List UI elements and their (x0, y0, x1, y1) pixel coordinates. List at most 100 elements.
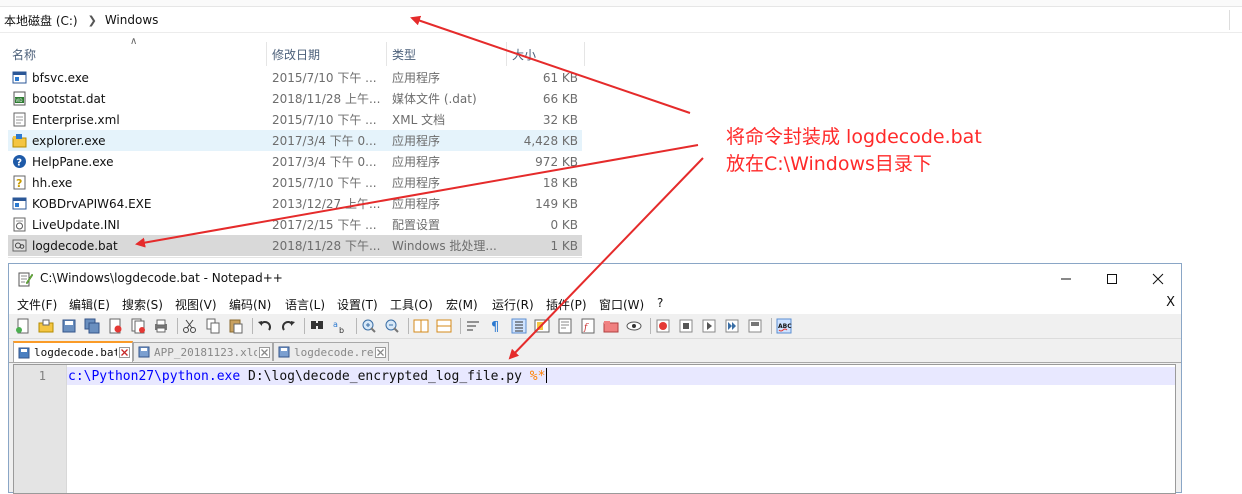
breadcrumb-folder[interactable]: Windows (105, 13, 159, 27)
new-file-icon[interactable] (15, 318, 31, 334)
menu-run[interactable]: 运行(R) (492, 296, 534, 313)
file-row[interactable]: Enterprise.xml 2015/7/10 下午 ... XML 文档 32 K… (8, 109, 582, 130)
column-divider[interactable] (266, 42, 267, 66)
code-line[interactable]: c:\Python27\python.exe D:\log\decode_enc… (68, 368, 548, 384)
save-macro-icon[interactable] (747, 318, 763, 334)
tab-2[interactable]: APP_20181123.xlog (133, 342, 273, 361)
file-type: XML 文档 (392, 113, 446, 127)
spellcheck-icon[interactable]: ABC (776, 318, 792, 334)
menu-encoding[interactable]: 编码(N) (229, 296, 271, 313)
doc-map-icon[interactable] (557, 318, 573, 334)
record-macro-icon[interactable] (655, 318, 671, 334)
replace-icon[interactable]: ab (332, 318, 348, 334)
app-window-icon (12, 71, 27, 84)
chevron-right-icon[interactable]: ❯ (88, 14, 97, 27)
indent-guide-icon[interactable] (511, 318, 527, 334)
menu-help[interactable]: ? (657, 296, 663, 310)
file-explorer-window: 本地磁盘 (C:) ❯ Windows ∧ 名称 修改日期 类型 大小 bfsv… (0, 0, 1242, 270)
menu-settings[interactable]: 设置(T) (337, 296, 378, 313)
find-icon[interactable] (309, 318, 325, 334)
column-header-name[interactable]: 名称 (12, 42, 36, 66)
menu-file[interactable]: 文件(F) (17, 296, 57, 313)
show-all-chars-icon[interactable]: ¶ (488, 318, 504, 334)
copy-icon[interactable] (205, 318, 221, 334)
cut-icon[interactable] (182, 318, 198, 334)
file-row[interactable]: VID bootstat.dat 2018/11/28 上午... 媒体文件 (.da… (8, 88, 582, 109)
close-button[interactable] (1135, 264, 1181, 294)
file-row[interactable]: LiveUpdate.INI 2017/2/15 下午 ... 配置设置 0 KB (8, 214, 582, 235)
maximize-button[interactable] (1089, 264, 1135, 294)
maximize-icon (1107, 274, 1117, 284)
file-row[interactable]: bfsvc.exe 2015/7/10 下午 ... 应用程序 61 KB (8, 67, 582, 88)
title-bar[interactable]: C:\Windows\logdecode.bat - Notepad++ (9, 264, 1181, 294)
file-row[interactable]: KOBDrvAPIW64.EXE 2013/12/27 上午... 应用程序 149 … (8, 193, 582, 214)
run-multiple-icon[interactable] (724, 318, 740, 334)
menu-macro[interactable]: 宏(M) (446, 296, 478, 313)
toolbar-separator (177, 318, 178, 334)
tab-close-icon[interactable] (375, 346, 386, 358)
help-circle-icon: ? (13, 155, 26, 169)
close-file-icon[interactable] (107, 318, 123, 334)
file-size: 66 KB (542, 91, 578, 106)
playback-icon[interactable] (701, 318, 717, 334)
function-list-icon[interactable]: f (580, 318, 596, 334)
file-size: 32 KB (542, 112, 578, 127)
word-wrap-icon[interactable] (465, 318, 481, 334)
column-divider[interactable] (386, 42, 387, 66)
save-icon[interactable] (61, 318, 77, 334)
folder-workspace-icon[interactable] (603, 318, 619, 334)
text-caret (546, 368, 548, 383)
file-modified-date: 2018/11/28 下午... (272, 239, 381, 253)
close-document-button[interactable]: X (1166, 295, 1175, 310)
file-row[interactable]: logdecode.bat 2018/11/28 下午... Windows 批处理… (8, 235, 582, 256)
print-icon[interactable] (153, 318, 169, 334)
zoom-in-icon[interactable] (361, 318, 377, 334)
toolbar-separator (650, 318, 651, 334)
menu-tools[interactable]: 工具(O) (390, 296, 433, 313)
svg-text:¶: ¶ (491, 320, 499, 334)
menu-search[interactable]: 搜索(S) (122, 296, 163, 313)
breadcrumb-drive[interactable]: 本地磁盘 (C:) (4, 12, 78, 29)
file-type: 应用程序 (392, 197, 441, 211)
redo-icon[interactable] (280, 318, 296, 334)
open-file-icon[interactable] (38, 318, 54, 334)
save-all-icon[interactable] (84, 318, 100, 334)
column-header-date[interactable]: 修改日期 (272, 42, 320, 66)
tab-1[interactable]: logdecode.bat (13, 341, 133, 362)
code-editor[interactable]: 1 c:\Python27\python.exe D:\log\decode_e… (13, 364, 1176, 494)
minimize-button[interactable] (1043, 264, 1089, 294)
zoom-out-icon[interactable] (384, 318, 400, 334)
minimize-icon (1061, 278, 1071, 280)
paste-icon[interactable] (228, 318, 244, 334)
sync-horizontal-icon[interactable] (436, 318, 452, 334)
undo-icon[interactable] (257, 318, 273, 334)
line-number: 1 (38, 369, 46, 383)
tab-close-icon[interactable] (119, 347, 130, 358)
menu-plugins[interactable]: 插件(P) (546, 296, 587, 313)
address-bar[interactable]: 本地磁盘 (C:) ❯ Windows (0, 8, 1242, 33)
close-all-icon[interactable] (130, 318, 146, 334)
column-divider[interactable] (506, 42, 507, 66)
stop-record-icon[interactable] (678, 318, 694, 334)
monitor-eye-icon[interactable] (626, 318, 642, 334)
menu-language[interactable]: 语言(L) (285, 296, 325, 313)
menu-edit[interactable]: 编辑(E) (69, 296, 110, 313)
menu-view[interactable]: 视图(V) (175, 296, 217, 313)
file-row[interactable]: explorer.exe 2017/3/4 下午 0... 应用程序 4,428 KB (8, 130, 582, 151)
file-type: 应用程序 (392, 134, 441, 148)
file-row[interactable]: ? HelpPane.exe 2017/3/4 下午 0... 应用程序 972 KB (8, 151, 582, 172)
tab-close-icon[interactable] (259, 346, 270, 358)
menu-window[interactable]: 窗口(W) (599, 296, 644, 313)
sync-vertical-icon[interactable] (413, 318, 429, 334)
column-divider[interactable] (584, 42, 585, 66)
window-title: C:\Windows\logdecode.bat - Notepad++ (40, 271, 283, 285)
menu-bar: 文件(F) 编辑(E) 搜索(S) 视图(V) 编码(N) 语言(L) 设置(T… (9, 294, 1181, 314)
column-header-size[interactable]: 大小 (512, 42, 536, 66)
tab-3[interactable]: logdecode.reg (273, 342, 389, 361)
file-modified-date: 2018/11/28 上午... (272, 92, 381, 106)
toolbar-separator (408, 318, 409, 334)
user-lang-icon[interactable] (534, 318, 550, 334)
file-row[interactable]: ? hh.exe 2015/7/10 下午 ... 应用程序 18 KB (8, 172, 582, 193)
column-header-type[interactable]: 类型 (392, 42, 416, 66)
tab-bar: logdecode.bat APP_20181123.xlog logdecode.… (9, 340, 1181, 363)
